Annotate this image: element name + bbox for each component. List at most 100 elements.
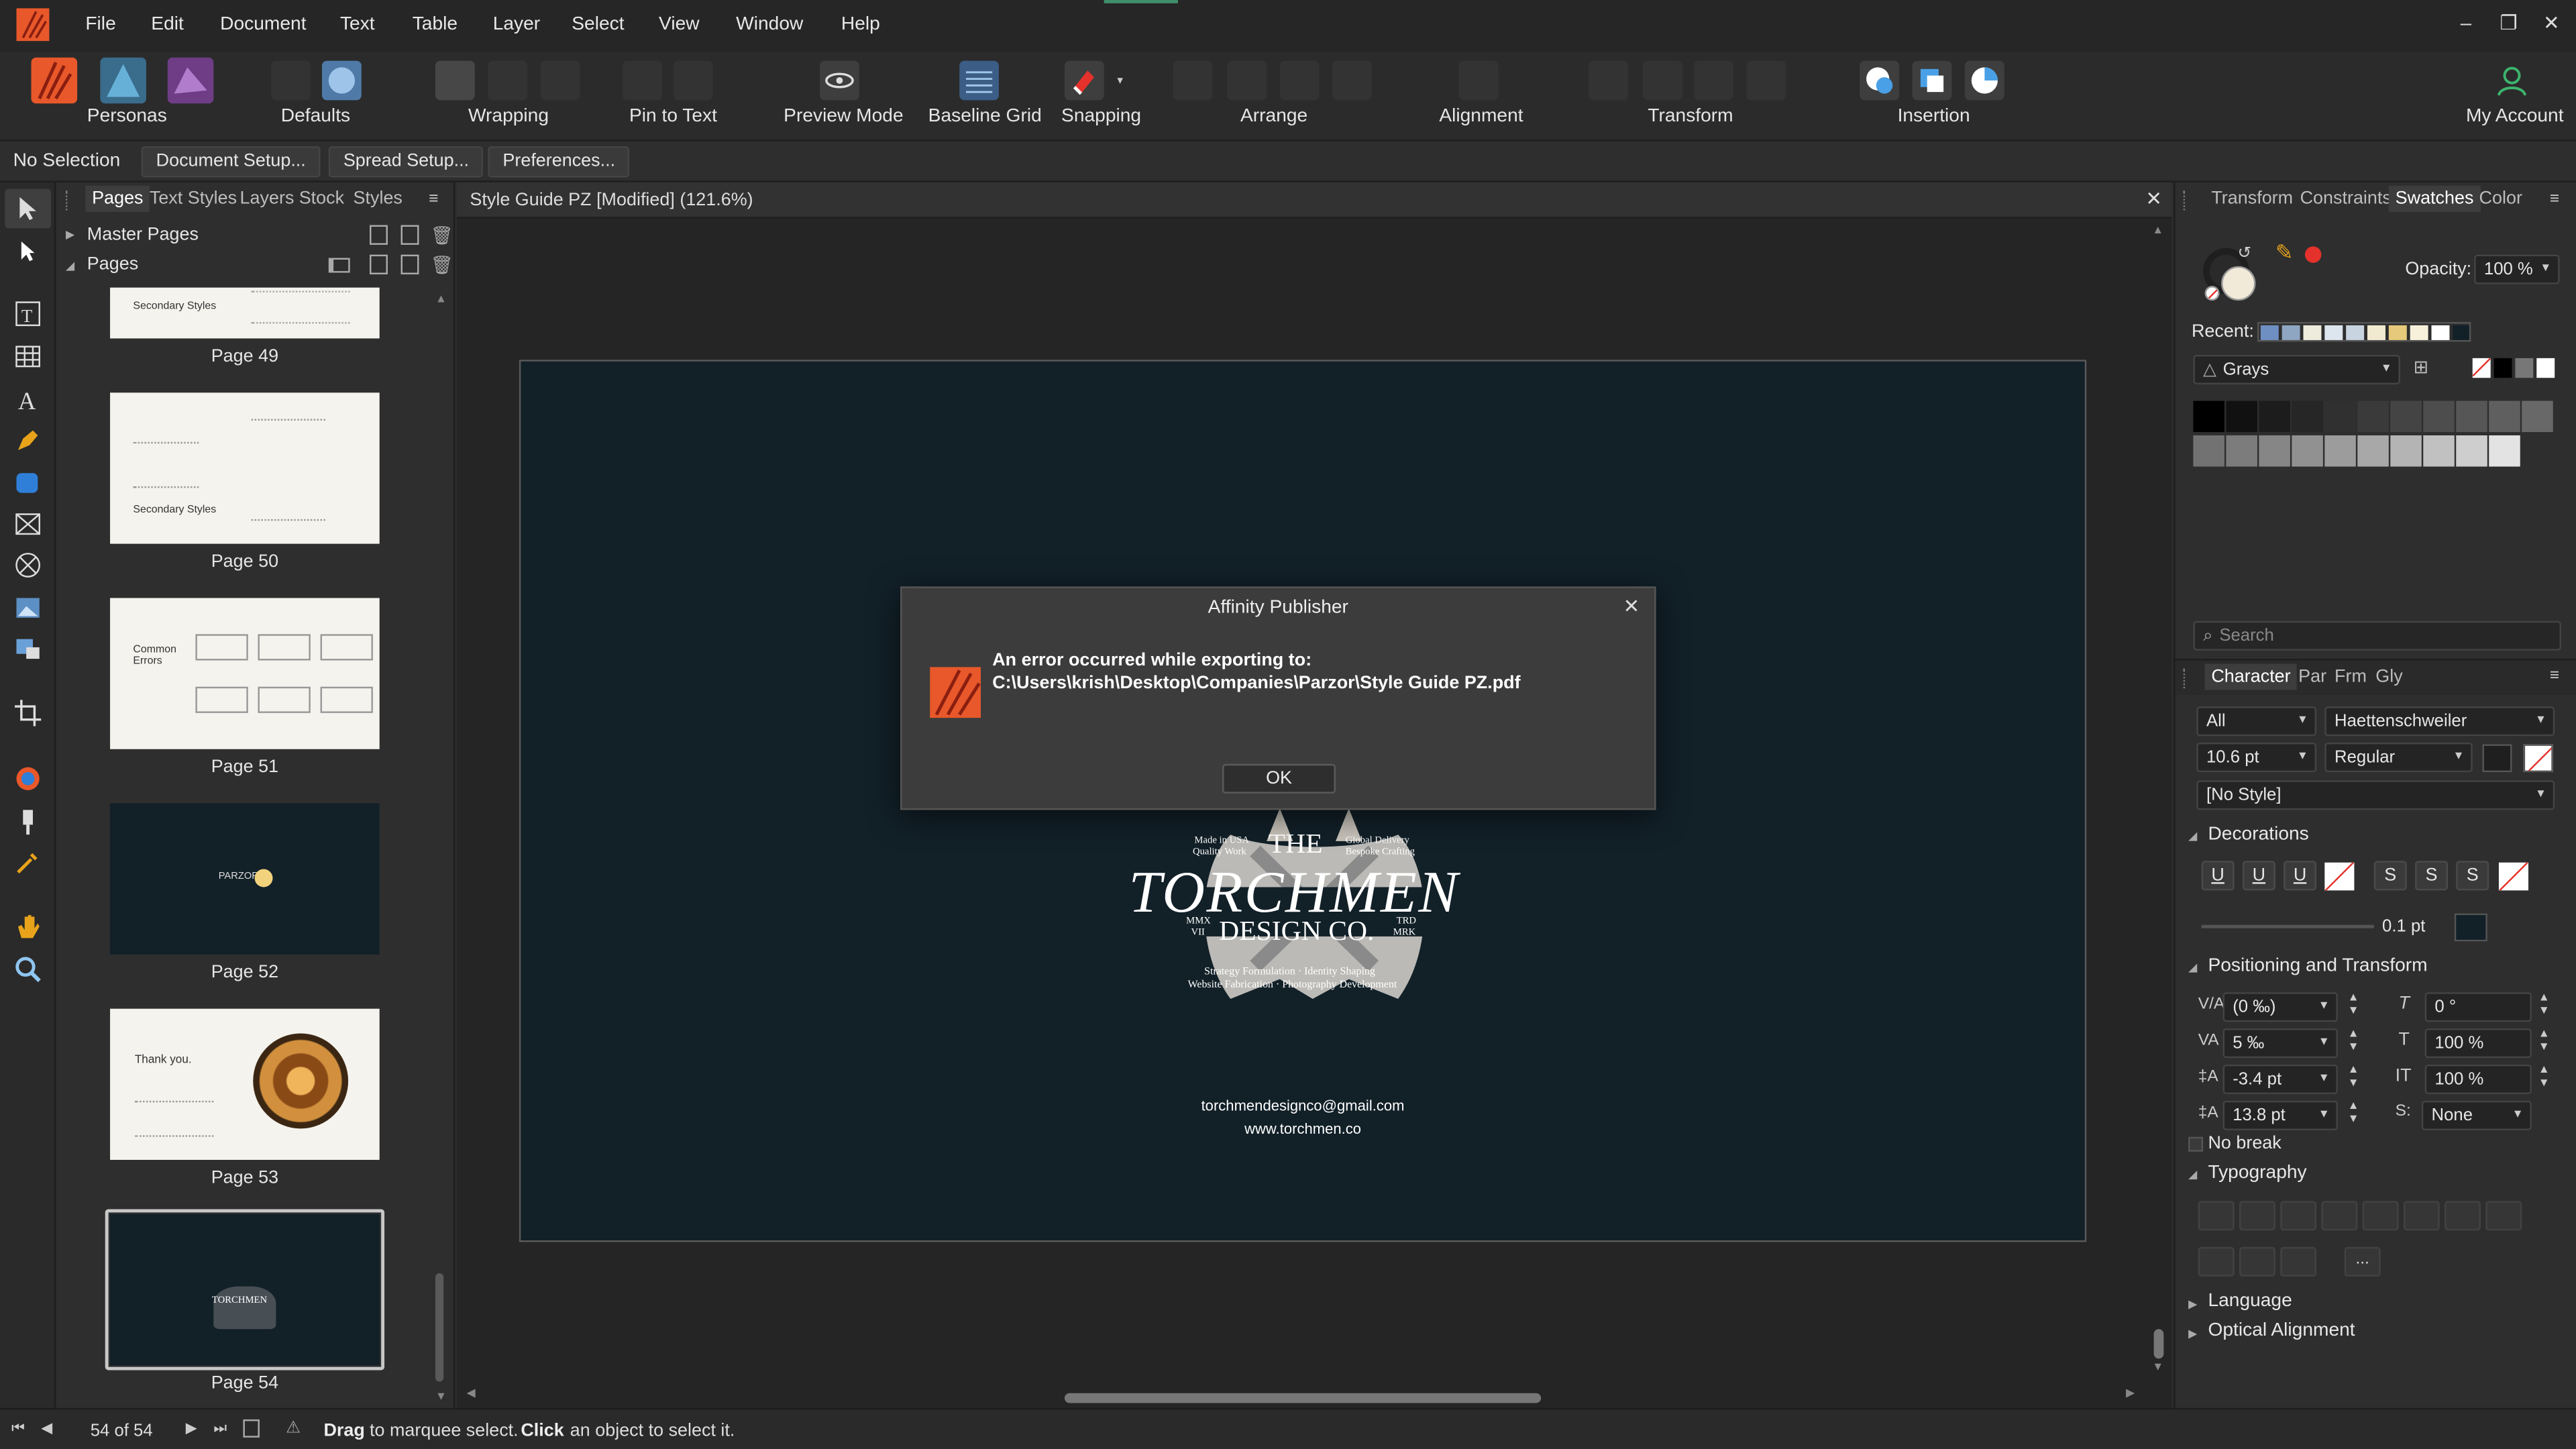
account-avatar-icon[interactable] <box>2492 61 2532 101</box>
vertical-scale-stepper-icon[interactable]: ▲ ▼ <box>2538 1028 2550 1055</box>
add-master-icon[interactable] <box>370 225 388 245</box>
canvas-horizontal-scrollbar-thumb[interactable] <box>1064 1393 1542 1403</box>
picture-frame-tool-icon[interactable] <box>13 509 43 539</box>
document-setup-button[interactable]: Document Setup... <box>141 146 321 178</box>
menu-help[interactable]: Help <box>841 15 880 34</box>
scroll-down-icon[interactable]: ▼ <box>435 1391 447 1403</box>
font-size-field[interactable]: 10.6 pt ▼ <box>2196 742 2317 773</box>
page-thumbnail-54[interactable]: TORCHMEN <box>110 1214 380 1366</box>
palette-quick-colors[interactable] <box>2472 358 2555 378</box>
opacity-field[interactable]: 100 % ▼ <box>2474 254 2560 284</box>
canvas-scroll-down-icon[interactable]: ▼ <box>2152 1362 2163 1373</box>
swap-colors-icon[interactable]: ↺ <box>2238 245 2252 263</box>
alignment-icon[interactable] <box>1458 60 1499 101</box>
close-window-button[interactable]: ✕ <box>2540 11 2563 34</box>
canvas-scroll-left-icon[interactable]: ◀ <box>467 1387 476 1399</box>
zoom-tool-icon[interactable] <box>13 955 43 984</box>
menu-layer[interactable]: Layer <box>493 15 540 34</box>
horizontal-scale-stepper-icon[interactable]: ▲ ▼ <box>2538 1065 2550 1091</box>
decoration-weight-slider[interactable] <box>2201 924 2374 928</box>
typography-italic-alt-icon[interactable] <box>2239 1201 2275 1231</box>
dialog-ok-button[interactable]: OK <box>1222 763 1336 794</box>
image-crop-tool-icon[interactable] <box>13 634 43 663</box>
node-tool-icon[interactable] <box>13 237 43 266</box>
no-break-checkbox[interactable] <box>2188 1136 2204 1152</box>
next-page-icon[interactable]: ▶ <box>186 1419 197 1438</box>
shear-stepper-icon[interactable]: ▲ ▼ <box>2538 992 2550 1018</box>
flip-horizontal-icon[interactable] <box>1589 60 1628 101</box>
crop-tool-icon[interactable] <box>13 698 43 728</box>
menu-document[interactable]: Document <box>220 15 306 34</box>
first-page-icon[interactable]: ⏮ <box>11 1419 25 1438</box>
collapse-pages-icon[interactable]: ◢ <box>66 260 74 272</box>
underline-custom-icon[interactable]: U <box>2284 861 2317 891</box>
pages-scrollbar-thumb[interactable] <box>435 1273 444 1382</box>
tab-pages[interactable]: Pages <box>85 185 150 212</box>
tab-frame[interactable]: Frm <box>2334 667 2367 686</box>
pen-tool-icon[interactable] <box>13 425 43 455</box>
tab-glyphs[interactable]: Gly <box>2375 667 2402 686</box>
ellipse-frame-tool-icon[interactable] <box>13 550 43 580</box>
tab-styles[interactable]: Styles <box>354 189 402 209</box>
menu-file[interactable]: File <box>85 15 115 34</box>
flip-vertical-icon[interactable] <box>1643 60 1682 101</box>
snapping-dropdown-icon[interactable]: ▾ <box>1117 74 1123 87</box>
page-thumbnail-53[interactable]: Thank you. <box>110 1008 380 1160</box>
canvas-vertical-scrollbar-thumb[interactable] <box>2153 1329 2164 1359</box>
scroll-up-icon[interactable]: ▲ <box>435 294 447 305</box>
spread-setup-button[interactable]: Spread Setup... <box>328 146 484 178</box>
rotate-right-icon[interactable] <box>1746 60 1786 101</box>
tab-transform[interactable]: Transform <box>2211 189 2293 209</box>
leading-field[interactable]: 13.8 pt ▼ <box>2222 1100 2338 1130</box>
no-color-icon[interactable] <box>2204 286 2220 301</box>
typography-subscript-icon[interactable] <box>2403 1201 2440 1231</box>
shape-tool-icon[interactable] <box>13 468 43 498</box>
add-page-icon[interactable] <box>370 254 388 274</box>
typography-ligatures-icon[interactable] <box>2198 1201 2235 1231</box>
page-thumbnail-52[interactable]: PARZOR <box>110 803 380 955</box>
color-picker-tool-icon[interactable] <box>13 764 43 794</box>
menu-select[interactable]: Select <box>572 15 624 34</box>
move-back-one-icon[interactable] <box>1227 60 1267 101</box>
designer-persona-icon[interactable] <box>100 57 146 104</box>
menu-text[interactable]: Text <box>340 15 375 34</box>
char-scope-select[interactable]: All ▼ <box>2196 706 2317 737</box>
palette-select[interactable]: △ Grays ▼ <box>2193 354 2400 385</box>
eyedropper-tool-icon[interactable] <box>13 848 43 877</box>
leading-stepper-icon[interactable]: ▲ ▼ <box>2348 1101 2359 1127</box>
decorations-heading[interactable]: Decorations <box>2208 824 2308 844</box>
bell-icon[interactable]: ⚠ <box>286 1419 301 1438</box>
shear-field[interactable]: 0 ° <box>2424 992 2532 1022</box>
strikethrough-color-none-swatch[interactable] <box>2498 862 2529 891</box>
decoration-color-well[interactable] <box>2454 913 2487 942</box>
eyedropper-icon[interactable]: ✎ <box>2275 240 2294 266</box>
page-thumbnail-51[interactable]: Common Errors <box>110 598 380 749</box>
optical-alignment-expand-icon[interactable]: ▶ <box>2188 1328 2197 1340</box>
wrap-tight-icon[interactable] <box>488 60 528 101</box>
optical-alignment-heading[interactable]: Optical Alignment <box>2208 1321 2355 1340</box>
tab-color[interactable]: Color <box>2479 189 2522 209</box>
underline-double-icon[interactable]: U <box>2242 861 2275 891</box>
document-tab[interactable]: Style Guide PZ [Modified] (121.6%) ✕ <box>456 182 2172 219</box>
strikethrough-custom-icon[interactable]: S <box>2456 861 2489 891</box>
typography-superscript-icon[interactable] <box>2362 1201 2399 1231</box>
snapping-magnet-icon[interactable] <box>1064 60 1104 101</box>
font-family-select[interactable]: Haettenschweiler ▼ <box>2324 706 2555 737</box>
typography-heading[interactable]: Typography <box>2208 1163 2306 1183</box>
insert-behind-icon[interactable] <box>1860 60 1900 101</box>
font-style-select[interactable]: Regular ▼ <box>2324 742 2473 773</box>
previous-page-icon[interactable]: ◀ <box>41 1419 52 1438</box>
grays-swatch-grid[interactable] <box>2193 400 2561 470</box>
menu-view[interactable]: View <box>659 15 700 34</box>
language-heading[interactable]: Language <box>2208 1291 2292 1311</box>
recent-swatches-strip[interactable] <box>2257 322 2471 342</box>
character-style-select[interactable]: [No Style] ▼ <box>2196 780 2555 810</box>
pin-inline-icon[interactable] <box>674 60 713 101</box>
swatch-search-input[interactable]: ⌕ Search <box>2193 621 2561 651</box>
pages-list-icon[interactable] <box>243 1419 260 1438</box>
typography-small-caps-icon[interactable] <box>2485 1201 2522 1231</box>
rotate-left-icon[interactable] <box>1693 60 1733 101</box>
sync-defaults-icon[interactable] <box>322 60 362 101</box>
tab-text-styles[interactable]: Text Styles <box>150 189 237 209</box>
photo-persona-icon[interactable] <box>167 57 214 104</box>
